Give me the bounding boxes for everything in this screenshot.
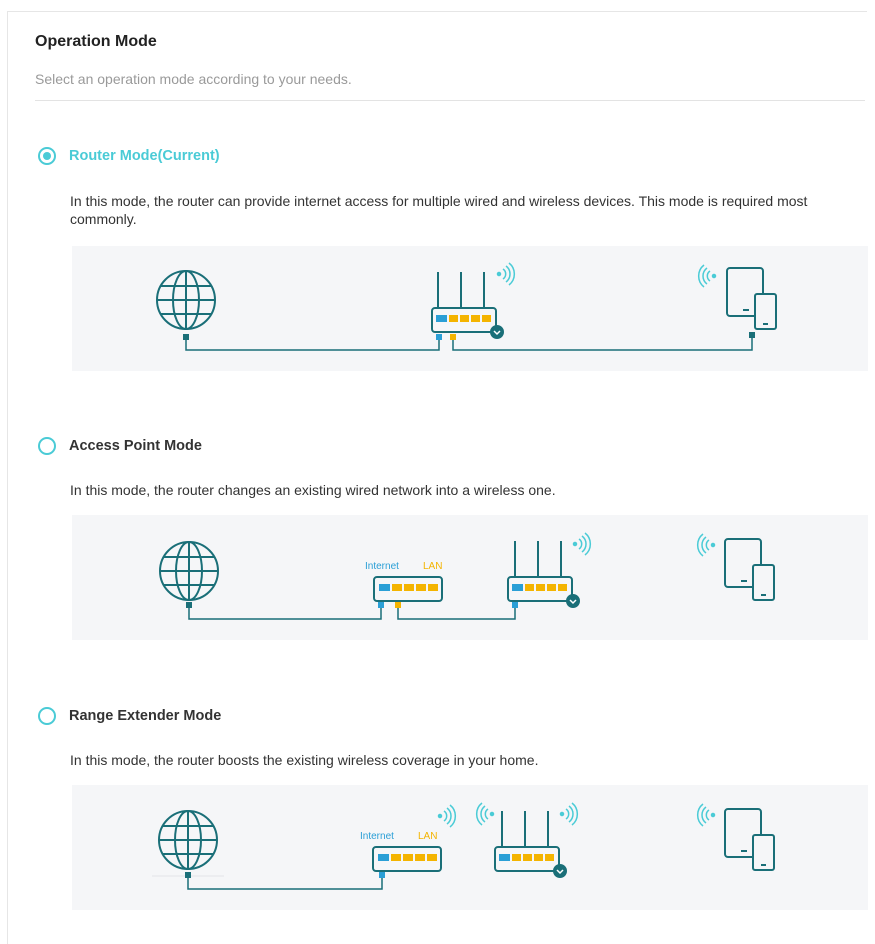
globe-icon xyxy=(156,270,216,330)
wifi-signal-icon xyxy=(572,532,592,556)
range-extender-mode-diagram: Internet LAN xyxy=(72,785,868,910)
modem-ports xyxy=(378,854,437,861)
globe-port xyxy=(185,872,191,878)
panel-top-border xyxy=(7,11,867,12)
access-point-mode-label: Access Point Mode xyxy=(69,438,202,454)
tablet-phone-icon xyxy=(724,538,775,601)
globe-icon xyxy=(159,541,219,601)
page-title: Operation Mode xyxy=(35,33,157,50)
ethernet-cable xyxy=(187,877,383,890)
device-wifi-signal-icon xyxy=(696,533,716,557)
router-receive-wifi-icon xyxy=(475,802,495,826)
router-lan-port xyxy=(450,334,456,340)
modem-internet-port xyxy=(379,872,385,878)
device-wifi-signal-icon xyxy=(697,264,717,288)
device-wifi-signal-icon xyxy=(696,803,716,827)
router-mode-label: Router Mode(Current) xyxy=(69,148,220,164)
device-port xyxy=(749,332,755,338)
access-point-mode-description: In this mode, the router changes an exis… xyxy=(70,482,556,498)
lan-port-label: LAN xyxy=(418,831,437,842)
globe-icon xyxy=(158,810,218,870)
router-icon xyxy=(507,541,580,608)
panel-left-border xyxy=(7,11,8,944)
router-mode-diagram xyxy=(72,246,868,371)
router-icon xyxy=(431,272,504,339)
router-mode-radio[interactable] xyxy=(38,147,56,165)
ethernet-cable xyxy=(188,607,516,620)
tablet-phone-icon xyxy=(726,267,777,330)
router-internet-port xyxy=(436,334,442,340)
access-point-mode-diagram: Internet LAN xyxy=(72,515,868,640)
lan-port-label: LAN xyxy=(423,561,442,572)
globe-port xyxy=(183,334,189,340)
internet-port-label: Internet xyxy=(360,831,394,842)
wifi-signal-icon xyxy=(496,262,516,286)
access-point-mode-radio[interactable] xyxy=(38,437,56,455)
router-icon xyxy=(494,811,567,878)
access-point-mode-option[interactable]: Access Point Mode xyxy=(38,436,202,456)
range-extender-mode-radio[interactable] xyxy=(38,707,56,725)
tablet-phone-icon xyxy=(724,808,775,871)
wifi-signal-icon xyxy=(559,802,579,826)
router-mode-option[interactable]: Router Mode(Current) xyxy=(38,146,220,166)
router-internet-port xyxy=(512,602,518,608)
modem-ports xyxy=(379,584,438,591)
page-description: Select an operation mode according to yo… xyxy=(35,71,352,87)
internet-port-label: Internet xyxy=(365,561,399,572)
router-mode-description: In this mode, the router can provide int… xyxy=(70,193,808,227)
router-ports xyxy=(436,315,491,322)
modem-internet-port xyxy=(378,602,384,608)
router-mode-diagram-svg xyxy=(156,262,777,351)
ethernet-cable xyxy=(185,337,753,351)
access-point-mode-diagram-svg: Internet LAN xyxy=(159,532,775,620)
range-extender-mode-label: Range Extender Mode xyxy=(69,708,222,724)
modem-lan-port xyxy=(395,602,401,608)
header-divider xyxy=(35,100,865,101)
router-ports xyxy=(499,854,554,861)
modem-wifi-signal-icon xyxy=(437,804,457,828)
range-extender-mode-option[interactable]: Range Extender Mode xyxy=(38,706,221,726)
router-ports xyxy=(512,584,567,591)
globe-port xyxy=(186,602,192,608)
range-extender-mode-description: In this mode, the router boosts the exis… xyxy=(70,752,539,768)
range-extender-mode-diagram-svg: Internet LAN xyxy=(152,802,775,890)
